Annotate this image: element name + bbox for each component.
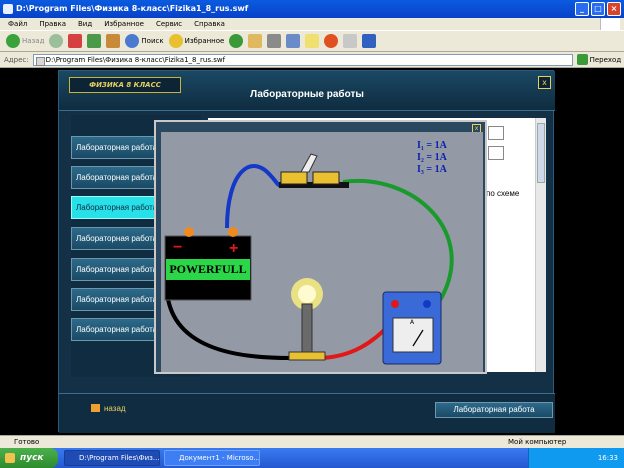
edit-icon [286,34,301,48]
window-title: D:\Program Files\Физика 8-класс\Fizika1_… [16,4,249,13]
lab-item-6[interactable]: Лабораторная работа [71,288,167,311]
favorites-button[interactable]: Избранное [168,34,224,48]
task-flash-window[interactable]: D:\Program Files\Физ... [64,450,160,466]
messenger-button[interactable] [324,34,339,48]
star-icon [168,34,183,48]
app-close-button[interactable]: x [538,76,551,89]
circuit-popup: x − + I₁ = 1A I₂ = 1A I₃ = 1A POWERFULL … [154,120,487,374]
menu-edit[interactable]: Правка [39,18,66,30]
close-window-button[interactable]: × [607,2,621,16]
app-header: ФИЗИКА 8 КЛАСС Лабораторные работы x [59,71,555,111]
at-icon [324,34,339,48]
lamp[interactable] [288,278,326,361]
forward-arrow-icon [49,34,64,48]
lab-item-5[interactable]: Лабораторная работа [71,258,167,281]
svg-text:+: + [229,240,238,257]
note-icon [305,34,320,48]
clock: 16:33 [597,454,618,462]
plugin-icon [362,34,377,48]
worksheet-text: по схеме [486,189,520,198]
battery-label: POWERFULL [166,259,250,280]
answer-box-2[interactable] [488,146,504,160]
status-bar: Готово Мой компьютер [0,435,624,448]
windows-logo-icon [600,18,620,30]
reading-i3: I₃ = 1A [417,164,447,175]
menu-bar: Файл Правка Вид Избранное Сервис Справка [0,18,624,30]
green-wire [342,178,454,304]
research-icon [343,34,358,48]
ammeter[interactable] [382,291,442,365]
menu-file[interactable]: Файл [8,18,27,30]
status-zone: Мой компьютер [508,438,567,446]
blue-wire [225,164,284,229]
scroll-thumb[interactable] [537,123,545,183]
status-text: Готово [14,438,40,446]
start-button[interactable]: пуск [0,448,58,468]
discuss-button[interactable] [305,34,320,48]
forward-button[interactable] [49,34,64,48]
media-icon [229,34,244,48]
home-icon [106,34,121,48]
system-tray: 16:33 [528,448,624,468]
menu-help[interactable]: Справка [194,18,225,30]
minimize-button[interactable]: _ [575,2,589,16]
go-arrow-icon [576,54,588,65]
ammeter-letter: A [410,319,415,326]
menu-view[interactable]: Вид [78,18,92,30]
circuit-canvas: − + I₁ = 1A I₂ = 1A I₃ = 1A POWERFULL A [161,132,483,372]
page-title: Лабораторные работы [250,89,364,100]
research-button[interactable] [343,34,358,48]
svg-text:−: − [173,239,182,256]
address-input[interactable]: D:\Program Files\Физика 8-класс\Fizika1_… [32,53,573,66]
answer-box-1[interactable] [488,126,504,140]
back-button[interactable]: Назад [6,34,44,48]
maximize-button[interactable]: □ [591,2,605,16]
mail-button[interactable] [248,34,263,48]
media-button[interactable] [229,34,244,48]
refresh-button[interactable] [87,34,102,48]
reading-i1: I₁ = 1A [417,140,447,151]
browser-icon [3,4,13,14]
stop-button[interactable] [68,34,83,48]
current-readings: I₁ = 1A I₂ = 1A I₃ = 1A [417,140,447,176]
back-arrow-icon [6,34,20,48]
lab-item-7[interactable]: Лабораторная работа [71,318,167,341]
menu-tools[interactable]: Сервис [156,18,182,30]
search-icon [125,34,140,48]
print-button[interactable] [267,34,282,48]
print-icon [267,34,282,48]
browser-toolbar: Назад Поиск Избранное [0,30,624,52]
menu-favorites[interactable]: Избранное [104,18,144,30]
task-word-document[interactable]: Документ1 - Microso... [164,450,260,466]
lab-work-button[interactable]: Лабораторная работа [435,402,553,418]
address-label: Адрес: [4,55,29,64]
taskbar: пуск D:\Program Files\Физ... Документ1 -… [0,448,624,468]
refresh-icon [87,34,102,48]
lab-item-1[interactable]: Лабораторная работа [71,136,167,159]
mail-icon [248,34,263,48]
reading-i2: I₂ = 1A [417,152,447,163]
lab-item-4[interactable]: Лабораторная работа [71,227,167,250]
app-footer: назад Лабораторная работа [59,393,555,433]
search-button[interactable]: Поиск [125,34,164,48]
back-link[interactable]: назад [91,404,126,413]
worksheet-scrollbar[interactable] [535,118,546,372]
window-title-bar[interactable]: D:\Program Files\Физика 8-класс\Fizika1_… [0,0,624,18]
switch[interactable] [279,153,349,188]
plugin-button[interactable] [362,34,377,48]
address-bar: Адрес: D:\Program Files\Физика 8-класс\F… [0,52,624,68]
lab-item-2[interactable]: Лабораторная работа [71,166,167,189]
edit-button[interactable] [286,34,301,48]
lab-item-3[interactable]: Лабораторная работа [71,196,167,219]
house-icon [91,404,100,412]
go-button[interactable]: Переход [576,54,621,65]
red-wire [316,320,395,360]
stop-icon [68,34,83,48]
home-button[interactable] [106,34,121,48]
